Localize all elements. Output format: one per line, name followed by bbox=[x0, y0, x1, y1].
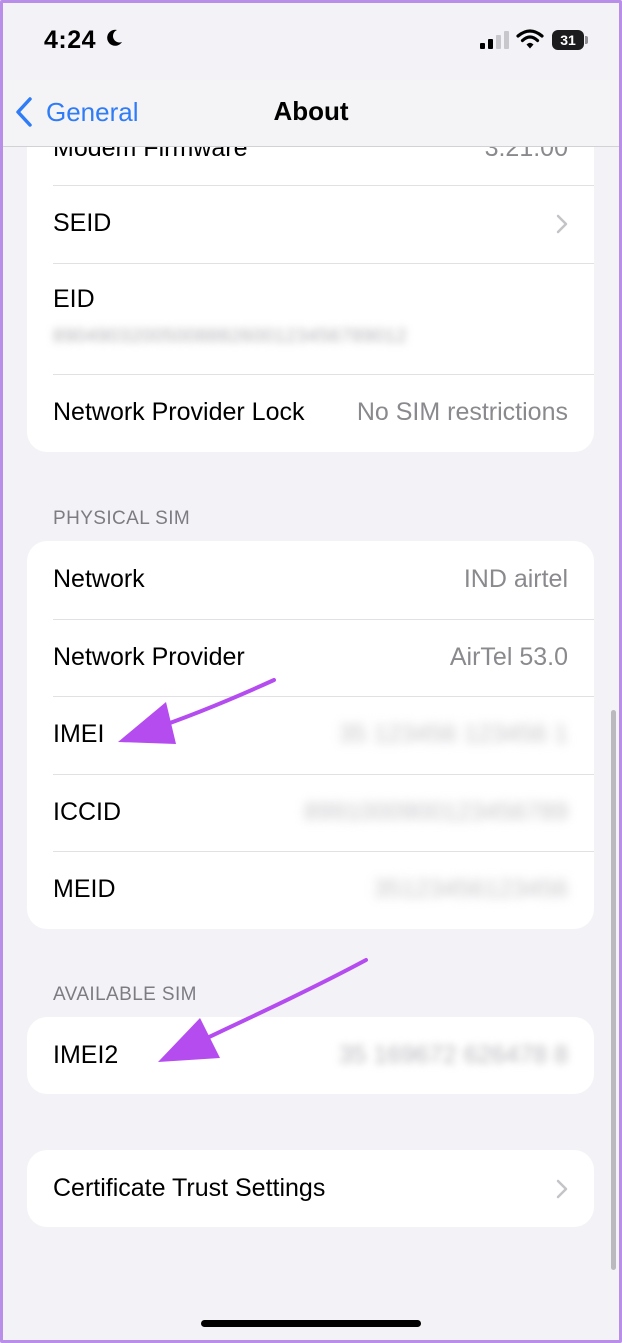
certificate-trust-settings-row[interactable]: Certificate Trust Settings bbox=[27, 1150, 594, 1227]
row-label: Certificate Trust Settings bbox=[53, 1174, 326, 1202]
row-label: Modem Firmware bbox=[53, 147, 248, 162]
modem-firmware-row: Modem Firmware 3.21.00 bbox=[27, 147, 594, 185]
settings-list[interactable]: Modem Firmware 3.21.00 SEID EID 89049032… bbox=[0, 147, 622, 1343]
row-label: Network bbox=[53, 565, 145, 593]
imei2-row: IMEI2 35 169672 626478 8 bbox=[27, 1017, 594, 1094]
imei-value: 35 123456 123456 1 bbox=[338, 720, 568, 748]
network-provider-lock-row: Network Provider Lock No SIM restriction… bbox=[27, 374, 594, 452]
row-label: Network Provider bbox=[53, 643, 245, 671]
chevron-right-icon bbox=[556, 1179, 568, 1199]
row-value: IND airtel bbox=[463, 565, 568, 593]
page-title: About bbox=[273, 96, 349, 126]
meid-value: 35123456123456 bbox=[373, 875, 568, 903]
seid-row[interactable]: SEID bbox=[27, 185, 594, 263]
meid-row: MEID 35123456123456 bbox=[27, 851, 594, 929]
imei-row: IMEI 35 123456 123456 1 bbox=[27, 696, 594, 774]
row-label: EID bbox=[53, 285, 95, 313]
eid-row: EID 89049032005008882600123456789012 bbox=[27, 263, 594, 374]
home-indicator[interactable] bbox=[201, 1320, 421, 1327]
status-bar: 4:24 31 bbox=[0, 0, 622, 80]
section-header-physical-sim: PHYSICAL SIM bbox=[53, 508, 191, 529]
row-label: Network Provider Lock bbox=[53, 398, 305, 426]
network-row: Network IND airtel bbox=[27, 541, 594, 619]
device-info-group: Modem Firmware 3.21.00 SEID EID 89049032… bbox=[27, 147, 594, 452]
battery-icon: 31 bbox=[552, 30, 588, 50]
section-header-available-sim: AVAILABLE SIM bbox=[53, 984, 197, 1005]
navigation-bar: General About bbox=[0, 80, 622, 147]
row-label: SEID bbox=[53, 209, 112, 237]
iccid-row: ICCID 8991000900123456789 bbox=[27, 774, 594, 851]
row-label: MEID bbox=[53, 875, 116, 903]
network-provider-row: Network Provider AirTel 53.0 bbox=[27, 619, 594, 696]
iccid-value: 8991000900123456789 bbox=[303, 798, 568, 826]
scrollbar[interactable] bbox=[611, 710, 616, 1270]
cellular-signal-icon bbox=[480, 31, 509, 49]
row-label: IMEI2 bbox=[53, 1041, 119, 1069]
certificate-group: Certificate Trust Settings bbox=[27, 1150, 594, 1227]
row-label: IMEI bbox=[53, 720, 105, 748]
row-value: 3.21.00 bbox=[484, 147, 568, 162]
battery-cap bbox=[585, 36, 588, 44]
wifi-icon bbox=[516, 29, 544, 49]
eid-value: 89049032005008882600123456789012 bbox=[53, 326, 408, 347]
battery-level: 31 bbox=[552, 30, 584, 50]
chevron-right-icon bbox=[556, 214, 568, 234]
moon-icon bbox=[107, 29, 122, 46]
row-label: ICCID bbox=[53, 798, 122, 826]
imei2-value: 35 169672 626478 8 bbox=[338, 1041, 568, 1069]
row-value: No SIM restrictions bbox=[356, 398, 568, 426]
available-sim-group: IMEI2 35 169672 626478 8 bbox=[27, 1017, 594, 1094]
row-value: AirTel 53.0 bbox=[449, 643, 568, 671]
status-time: 4:24 bbox=[44, 26, 97, 54]
physical-sim-group: Network IND airtel Network Provider AirT… bbox=[27, 541, 594, 929]
